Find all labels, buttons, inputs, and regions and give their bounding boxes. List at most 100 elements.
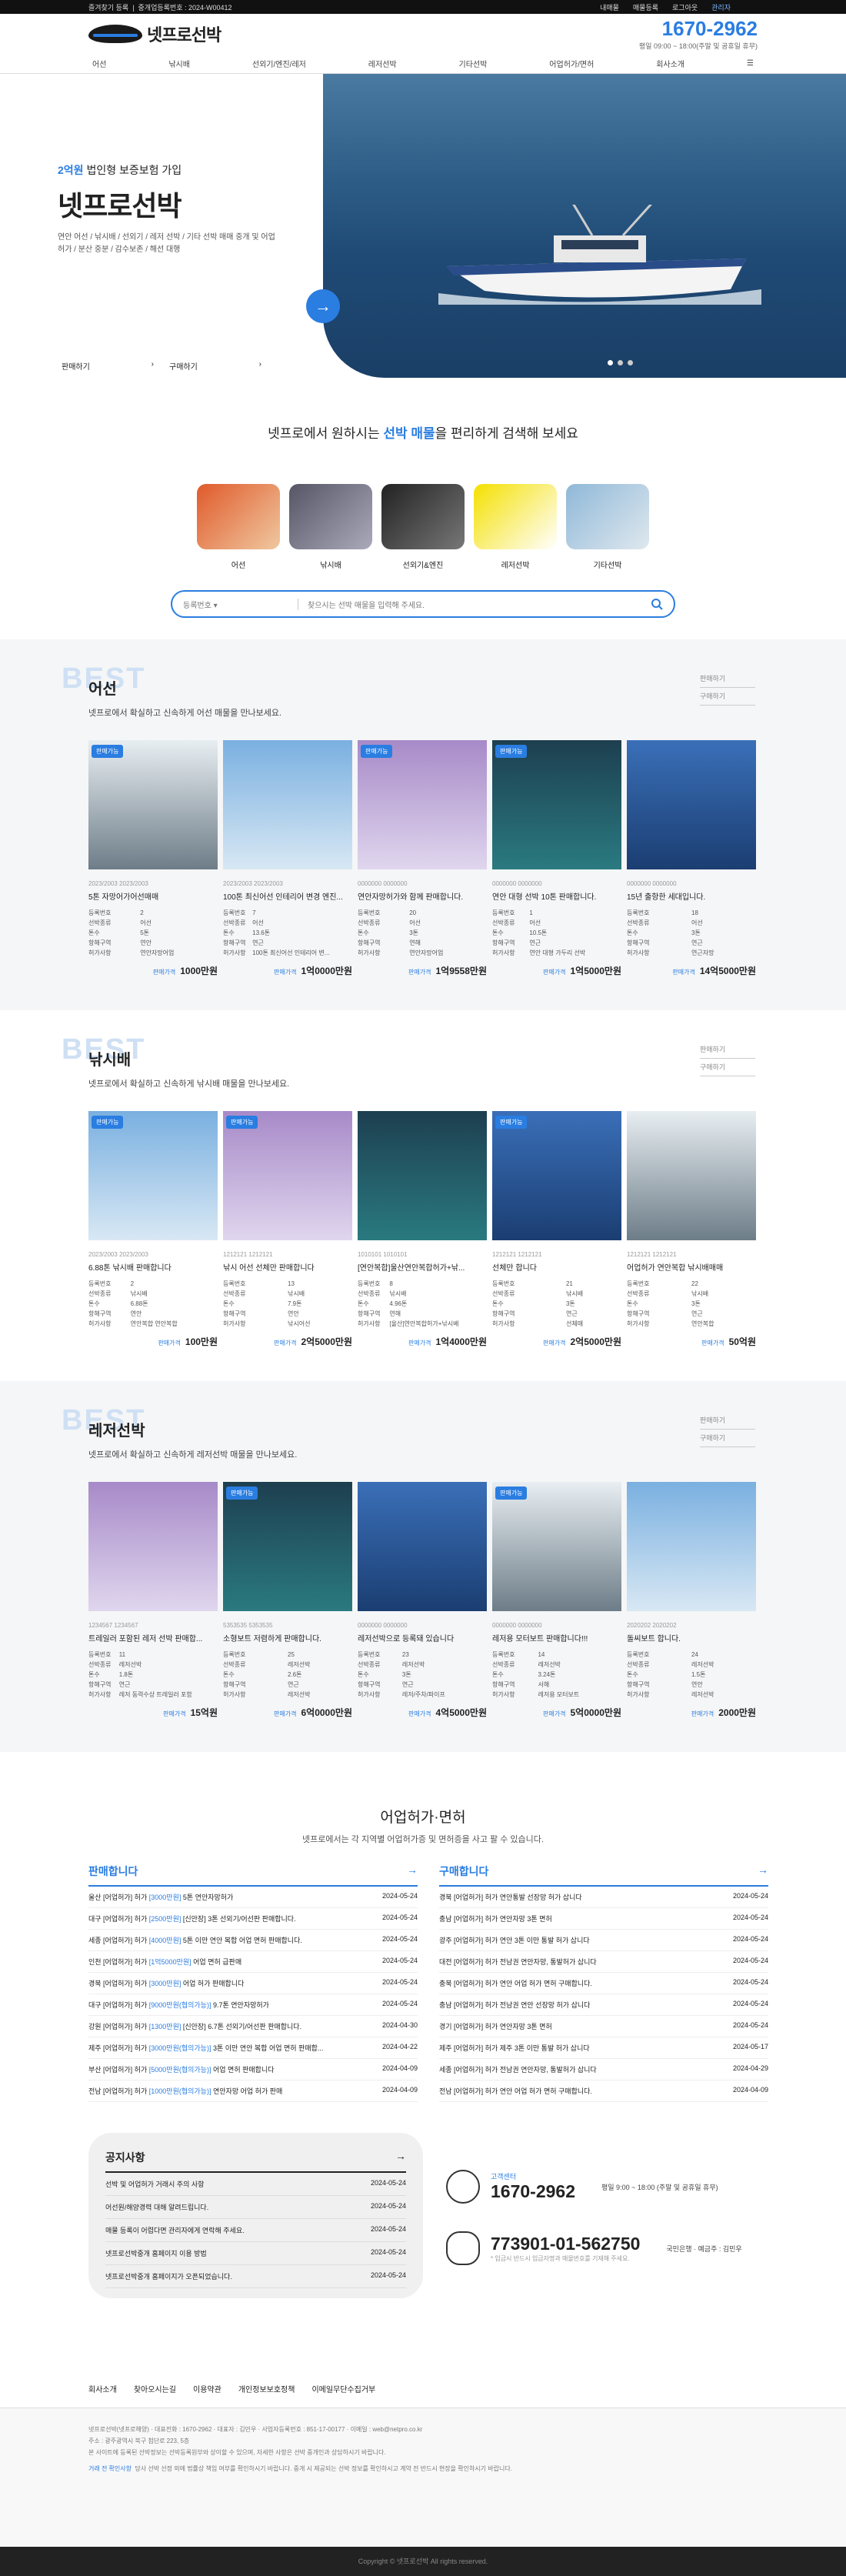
arrow-right-icon[interactable]: →: [758, 1864, 768, 1879]
item-region: 제주 [어업허가] 허가: [439, 2044, 498, 2052]
listing-card[interactable]: 0000000 0000000 레저선박으로 등록돼 있습니다 등록번호 23 선박종류…: [358, 1482, 487, 1719]
list-item[interactable]: 경북 [어업허가] 허가 연안통발 선장망 허가 삽니다 2024-05-24: [439, 1887, 768, 1908]
nav-item[interactable]: 레저선박: [368, 58, 397, 69]
slider-dots[interactable]: [608, 360, 633, 365]
slide-dot[interactable]: [628, 360, 633, 365]
search-icon[interactable]: [651, 598, 663, 610]
item-price: [4000만원]: [148, 1937, 182, 1944]
buy-link-label: 구매하기: [169, 363, 198, 372]
sell-link[interactable]: 판매하기 ›: [62, 360, 154, 372]
section-links: 판매하기 구매하기: [700, 1041, 755, 1076]
list-item[interactable]: 제주 [어업허가] 허가 [3000만원(협의가능)] 3톤 이만 연안 복합 …: [88, 2037, 418, 2059]
list-item[interactable]: 강원 [어업허가] 허가 [1300만원] [신안장] 6.7톤 선외기/어선판…: [88, 2016, 418, 2037]
item-region: 전남 [어업허가] 허가: [88, 2087, 148, 2095]
top-link[interactable]: 내매물: [600, 4, 619, 12]
listing-card[interactable]: 판매가능 0000000 0000000 연안 대형 선박 10톤 판매합니다. 등록…: [492, 740, 621, 977]
item-title: [신안장] 6.7톤 선외기/어선판 판매합니다.: [182, 2023, 302, 2030]
listing-card[interactable]: 2020202 2020202 돌씨보트 합니다. 등록번호 24 선박종류 레저선박 톤수…: [627, 1482, 756, 1719]
section-link[interactable]: 구매하기: [700, 1430, 755, 1447]
logo[interactable]: 넷프로선박: [88, 22, 221, 46]
footer-link[interactable]: 회사소개: [88, 2383, 117, 2394]
notice-item[interactable]: 넷프로선박중개 홈페이지가 오픈되었습니다. 2024-05-24: [105, 2265, 406, 2288]
list-item[interactable]: 대구 [어업허가] 허가 [9000만원(협의가능)] 9.7톤 연안자망허가 2…: [88, 1994, 418, 2016]
category-item[interactable]: 기타선박: [566, 484, 649, 570]
list-item[interactable]: 전남 [어업허가] 허가 [1000만원(협의가능)] 연안자망 어업 허가 판…: [88, 2080, 418, 2102]
listing-card[interactable]: 판매가능 0000000 0000000 레저용 모터보트 판매합니다!!! 등록번호…: [492, 1482, 621, 1719]
list-item[interactable]: 경기 [어업허가] 허가 연안자망 3톤 면허 2024-05-24: [439, 2016, 768, 2037]
listing-card[interactable]: 판매가능 1212121 1212121 선체만 합니다 등록번호 21 선박종류 낚시배 톤…: [492, 1111, 621, 1348]
nav-item[interactable]: 회사소개: [656, 58, 684, 69]
section-link[interactable]: 구매하기: [700, 688, 755, 706]
listing-card[interactable]: 1234567 1234567 트레일러 포함된 레저 선박 판매합... 등록번호…: [88, 1482, 218, 1719]
listing-card[interactable]: 판매가능 1212121 1212121 낚시 어선 선체만 판매합니다 등록번호 13…: [223, 1111, 352, 1348]
listing-card[interactable]: 2023/2003 2023/2003 100톤 최신어선 인테리어 변경 엔진.…: [223, 740, 352, 977]
nav-item[interactable]: 어업허가/면허: [549, 58, 594, 69]
footer-link[interactable]: 개인정보보호정책: [238, 2383, 295, 2394]
spec-label: 톤수: [627, 1300, 638, 1307]
spec-value: 3톤: [565, 1300, 575, 1307]
list-item[interactable]: 부산 [어업허가] 허가 [5000만원(협의가능)] 어업 면허 판매합니다 2…: [88, 2059, 418, 2080]
top-link[interactable]: 관리자: [711, 4, 731, 12]
listing-card[interactable]: 1212121 1212121 어업허가 연안복합 낚시배매매 등록번호 22 선박종류…: [627, 1111, 756, 1348]
list-item[interactable]: 제주 [어업허가] 허가 제주 3톤 이만 통발 허가 삽니다 2024-05-1…: [439, 2037, 768, 2059]
spec-label: 등록번호: [88, 909, 112, 916]
nav-item[interactable]: 기타선박: [459, 58, 488, 69]
listing-card[interactable]: 판매가능 2023/2003 2023/2003 5톤 자망어가어선매매 등록번호 2 선…: [88, 740, 218, 977]
category-item[interactable]: 선외기&엔진: [381, 484, 465, 570]
list-item[interactable]: 세종 [어업허가] 허가 [4000만원] 5톤 이만 연안 복합 어업 면허 …: [88, 1930, 418, 1951]
footer-link[interactable]: 이메일무단수집거부: [311, 2383, 375, 2394]
list-item[interactable]: 대전 [어업허가] 허가 전남권 연안자망, 통발허가 삽니다 2024-05-2…: [439, 1951, 768, 1973]
top-link[interactable]: 매물등록: [633, 4, 658, 12]
top-link[interactable]: 로그아웃: [672, 4, 698, 12]
category-label: 어선: [231, 562, 246, 570]
category-item[interactable]: 레저선박: [474, 484, 557, 570]
slide-dot[interactable]: [608, 360, 613, 365]
list-item[interactable]: 경북 [어업허가] 허가 [3000만원] 어업 허가 판매합니다 2024-05…: [88, 1973, 418, 1994]
list-item[interactable]: 울산 [어업허가] 허가 [3000만원] 5톤 연안자망허가 2024-05-2…: [88, 1887, 418, 1908]
footer-link[interactable]: 이용약관: [193, 2383, 221, 2394]
nav-item[interactable]: 낚시배: [168, 58, 190, 69]
listing-card[interactable]: 판매가능 0000000 0000000 연안자망허가와 함께 판매합니다. 등록번호…: [358, 740, 487, 977]
category-image: [197, 484, 280, 549]
listing-card[interactable]: 0000000 0000000 15년 출항한 세대입니다. 등록번호 18 선박종류 어…: [627, 740, 756, 977]
listing-card[interactable]: 1010101 1010101 [연안복합]울산연안복합허가+낚... 등록번호 8 선…: [358, 1111, 487, 1348]
category-item[interactable]: 낚시배: [289, 484, 372, 570]
menu-icon[interactable]: ☰: [747, 59, 754, 68]
notice-item[interactable]: 어선원/해양경력 대해 알려드립니다. 2024-05-24: [105, 2196, 406, 2219]
slide-dot[interactable]: [618, 360, 623, 365]
spec-value: 24: [691, 1651, 698, 1658]
section-link[interactable]: 판매하기: [700, 1041, 755, 1059]
arrow-right-icon[interactable]: →: [395, 2150, 406, 2165]
listing-card[interactable]: 판매가능 5353535 5353535 소형보트 저렴하게 판매합니다. 등록번호 2…: [223, 1482, 352, 1719]
section-link[interactable]: 판매하기: [700, 1412, 755, 1430]
search-type-select[interactable]: 등록번호 ▾: [183, 598, 298, 610]
footer-link[interactable]: 찾아오시는길: [134, 2383, 176, 2394]
listing-card[interactable]: 판매가능 2023/2003 2023/2003 6.88톤 낚시배 판매합니다 등록…: [88, 1111, 218, 1348]
list-item[interactable]: 충남 [어업허가] 허가 전남권 연안 선장망 허가 삽니다 2024-05-24: [439, 1994, 768, 2016]
notice-item[interactable]: 선박 및 어업허가 거래시 주의 사항 2024-05-24: [105, 2173, 406, 2196]
nav-item[interactable]: 선외기/엔진/레저: [252, 58, 306, 69]
section-link[interactable]: 구매하기: [700, 1059, 755, 1076]
section-link[interactable]: 판매하기: [700, 670, 755, 688]
buy-link[interactable]: 구매하기 ›: [169, 360, 261, 372]
listing-title: [연안복합]울산연안복합허가+낚...: [358, 1264, 465, 1273]
notice-item[interactable]: 매물 등록이 어렵다면 관리자에게 연락해 주세요. 2024-05-24: [105, 2219, 406, 2242]
search-bar[interactable]: 등록번호 ▾ 찾으시는 선박 매물을 입력해 주세요.: [171, 590, 675, 618]
nav-item[interactable]: 어선: [92, 58, 106, 69]
list-item[interactable]: 인천 [어업허가] 허가 [1억5000만원] 어업 면허 급판매 2024-05…: [88, 1951, 418, 1973]
hero-next-arrow-icon[interactable]: →: [306, 289, 340, 323]
spec-label: 허가사항: [492, 949, 515, 956]
list-item[interactable]: 세종 [어업허가] 허가 전남권 연안자망, 통발허가 삽니다 2024-04-2…: [439, 2059, 768, 2080]
bookmark-link[interactable]: 즐겨찾기 등록: [88, 4, 128, 12]
notice-item[interactable]: 넷프로선박중개 홈페이지 이용 방법 2024-05-24: [105, 2242, 406, 2265]
listing-section: BEST 어선 넷프로에서 확실하고 신속하게 어선 매물을 만나보세요. 판매하기 구…: [0, 639, 846, 1010]
search-input[interactable]: 찾으시는 선박 매물을 입력해 주세요.: [298, 599, 651, 610]
list-item[interactable]: 충남 [어업허가] 허가 연안자망 3톤 면허 2024-05-24: [439, 1908, 768, 1930]
category-item[interactable]: 어선: [197, 484, 280, 570]
list-item[interactable]: 대구 [어업허가] 허가 [2500만원] [신안장] 3톤 선외기/어선판 판…: [88, 1908, 418, 1930]
list-item[interactable]: 광주 [어업허가] 허가 연안 3톤 이만 통발 허가 삽니다 2024-05-2…: [439, 1930, 768, 1951]
list-item[interactable]: 전남 [어업허가] 허가 연안 어업 허가 면허 구매합니다. 2024-04-0…: [439, 2080, 768, 2102]
list-item[interactable]: 충북 [어업허가] 허가 연안 어업 허가 면허 구매합니다. 2024-05-2…: [439, 1973, 768, 1994]
arrow-right-icon[interactable]: →: [407, 1864, 418, 1879]
spec-label: 허가사항: [492, 1691, 515, 1698]
